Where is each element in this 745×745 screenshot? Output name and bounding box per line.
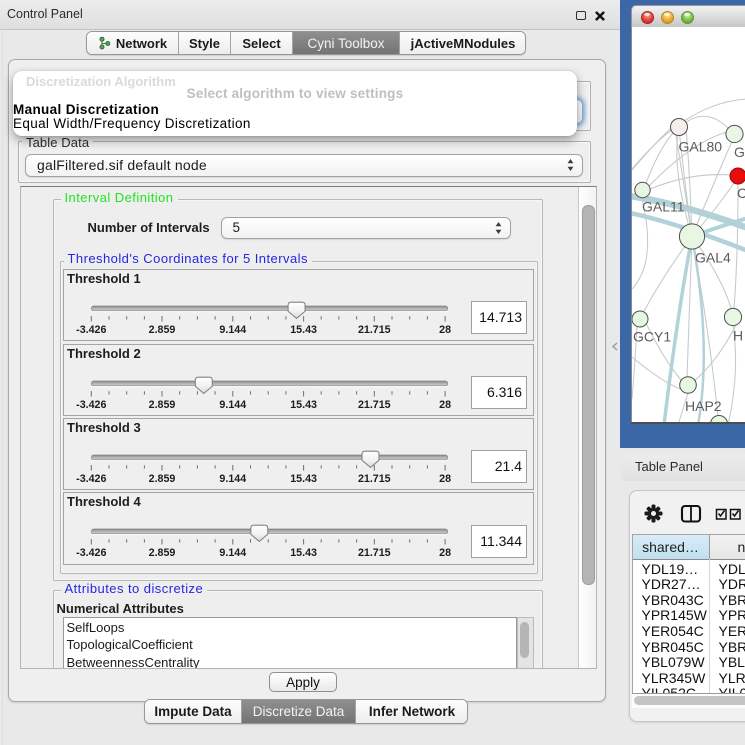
svg-text:21.715: 21.715: [358, 398, 391, 410]
svg-text:-3.426: -3.426: [76, 398, 106, 410]
svg-text:C: C: [737, 185, 745, 201]
svg-text:GAL11: GAL11: [642, 199, 685, 215]
svg-text:15.43: 15.43: [290, 323, 317, 335]
svg-text:GAL80: GAL80: [679, 139, 723, 155]
svg-text:GAL4: GAL4: [695, 250, 731, 266]
svg-text:2.859: 2.859: [149, 547, 176, 559]
svg-text:H: H: [733, 328, 743, 344]
svg-text:21.715: 21.715: [358, 472, 391, 484]
svg-text:15.43: 15.43: [290, 398, 317, 410]
svg-text:2.859: 2.859: [149, 398, 176, 410]
svg-text:9.144: 9.144: [219, 547, 246, 559]
svg-text:HAP2: HAP2: [685, 398, 722, 414]
svg-text:GA: GA: [734, 144, 745, 160]
svg-text:GCY1: GCY1: [633, 329, 671, 345]
svg-text:15.43: 15.43: [290, 547, 317, 559]
svg-text:15.43: 15.43: [290, 472, 317, 484]
svg-text:9.144: 9.144: [219, 472, 246, 484]
svg-text:-3.426: -3.426: [76, 323, 106, 335]
svg-text:28: 28: [439, 547, 451, 559]
svg-text:9.144: 9.144: [219, 323, 246, 335]
svg-text:21.715: 21.715: [358, 547, 391, 559]
svg-text:-3.426: -3.426: [76, 472, 106, 484]
svg-text:21.715: 21.715: [358, 323, 391, 335]
svg-text:2.859: 2.859: [149, 472, 176, 484]
svg-text:28: 28: [439, 323, 451, 335]
svg-text:9.144: 9.144: [219, 398, 246, 410]
svg-text:28: 28: [439, 398, 451, 410]
svg-text:2.859: 2.859: [149, 323, 176, 335]
svg-text:-3.426: -3.426: [76, 547, 106, 559]
svg-text:28: 28: [439, 472, 451, 484]
